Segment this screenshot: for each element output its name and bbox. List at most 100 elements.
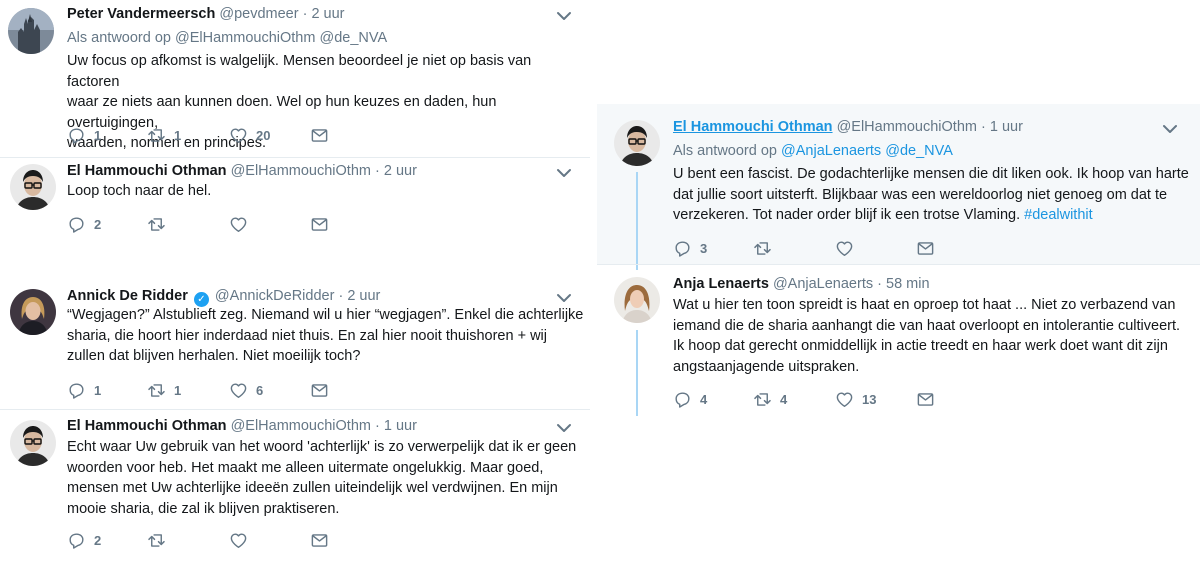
envelope-icon (310, 126, 329, 145)
timestamp[interactable]: 2 uur (384, 163, 417, 179)
like-count: 6 (256, 382, 264, 398)
tweet-othman-reply-2[interactable]: El Hammouchi Othman @ElHammouchiOthm · 1… (0, 410, 590, 565)
retweet-count: 1 (174, 127, 182, 143)
reply-count: 2 (94, 216, 102, 232)
heart-icon (229, 381, 248, 400)
retweet-button[interactable]: 1 (147, 124, 181, 146)
tweet-anja-lenaerts[interactable]: Anja Lenaerts @AnjaLenaerts · 58 min Wat… (597, 265, 1200, 415)
author-handle[interactable]: @AnjaLenaerts (773, 276, 873, 292)
tweet-othman-reply-1[interactable]: El Hammouchi Othman @ElHammouchiOthm · 2… (0, 158, 590, 248)
dm-button[interactable] (916, 388, 935, 410)
hashtag-link[interactable]: #dealwithit (1024, 207, 1093, 223)
tweet-actions: 1 1 20 (67, 124, 347, 146)
avatar[interactable] (10, 164, 56, 210)
retweet-count: 1 (174, 382, 182, 398)
like-button[interactable]: 20 (229, 124, 270, 146)
reply-context: Als antwoord op @ElHammouchiOthm @de_NVA (67, 28, 387, 48)
chevron-down-icon[interactable] (1162, 124, 1178, 134)
reply-button[interactable]: 1 (67, 379, 101, 401)
author-handle[interactable]: @ElHammouchiOthm (837, 119, 977, 135)
like-button[interactable]: 6 (229, 379, 263, 401)
tweet-peter-vandermeersch[interactable]: Peter Vandermeersch @pevdmeer · 2 uur Al… (0, 0, 590, 160)
retweet-icon (753, 239, 772, 258)
separator-dot: · (877, 276, 882, 292)
timestamp[interactable]: 1 uur (990, 119, 1023, 135)
reply-button[interactable]: 1 (67, 124, 101, 146)
reply-button[interactable]: 4 (673, 388, 707, 410)
author-name[interactable]: El Hammouchi Othman (67, 418, 227, 434)
tweet-actions: 3 (673, 237, 953, 259)
tweet-othman-fascist[interactable]: El Hammouchi Othman @ElHammouchiOthm · 1… (597, 104, 1200, 264)
author-handle[interactable]: @ElHammouchiOthm (231, 163, 371, 179)
reply-button[interactable]: 2 (67, 529, 101, 551)
avatar[interactable] (10, 420, 56, 466)
author-handle[interactable]: @AnnickDeRidder (215, 288, 335, 304)
retweet-icon (147, 215, 166, 234)
reply-mention[interactable]: @ElHammouchiOthm (175, 30, 315, 46)
tweet-header: El Hammouchi Othman @ElHammouchiOthm · 2… (67, 161, 417, 181)
reply-icon (67, 215, 86, 234)
retweet-button[interactable] (753, 237, 772, 259)
reply-button[interactable]: 2 (67, 213, 101, 235)
reply-icon (673, 390, 692, 409)
avatar[interactable] (614, 120, 660, 166)
reply-button[interactable]: 3 (673, 237, 707, 259)
tweet-annick-de-ridder[interactable]: Annick De Ridder ✓ @AnnickDeRidder · 2 u… (0, 282, 590, 412)
retweet-button[interactable]: 1 (147, 379, 181, 401)
author-name[interactable]: El Hammouchi Othman (67, 163, 227, 179)
author-name[interactable]: El Hammouchi Othman (673, 119, 833, 135)
author-name[interactable]: Peter Vandermeersch (67, 6, 215, 22)
avatar[interactable] (614, 277, 660, 323)
tweet-header: Annick De Ridder ✓ @AnnickDeRidder · 2 u… (67, 286, 380, 307)
reply-count: 1 (94, 127, 102, 143)
like-count: 20 (256, 127, 271, 143)
dm-button[interactable] (310, 379, 329, 401)
tweet-actions: 2 (67, 529, 347, 551)
like-button[interactable]: 13 (835, 388, 876, 410)
like-button[interactable] (229, 213, 248, 235)
tweet-header: Anja Lenaerts @AnjaLenaerts · 58 min (673, 274, 930, 294)
author-name[interactable]: Anja Lenaerts (673, 276, 769, 292)
dm-button[interactable] (310, 213, 329, 235)
envelope-icon (916, 390, 935, 409)
heart-icon (229, 215, 248, 234)
chevron-down-icon[interactable] (556, 168, 572, 178)
tweet-text-body: U bent een fascist. De godachterlijke me… (673, 166, 1189, 224)
dm-button[interactable] (310, 529, 329, 551)
heart-icon (835, 390, 854, 409)
reply-count: 3 (700, 240, 708, 256)
retweet-button[interactable] (147, 213, 166, 235)
dm-button[interactable] (916, 237, 935, 259)
reply-mention[interactable]: @de_NVA (885, 143, 953, 159)
chevron-down-icon[interactable] (556, 423, 572, 433)
retweet-icon (147, 126, 166, 145)
reply-label: Als antwoord op (673, 143, 777, 159)
reply-mention[interactable]: @AnjaLenaerts (781, 143, 881, 159)
like-button[interactable] (229, 529, 248, 551)
timestamp[interactable]: 58 min (886, 276, 930, 292)
tweet-text: Echt waar Uw gebruik van het woord 'acht… (67, 439, 577, 517)
reply-count: 4 (700, 391, 708, 407)
reply-count: 1 (94, 382, 102, 398)
chevron-down-icon[interactable] (556, 293, 572, 303)
timestamp[interactable]: 1 uur (384, 418, 417, 434)
dm-button[interactable] (310, 124, 329, 146)
tweet-header: El Hammouchi Othman @ElHammouchiOthm · 1… (67, 416, 417, 436)
timestamp[interactable]: 2 uur (347, 288, 380, 304)
timestamp[interactable]: 2 uur (311, 6, 344, 22)
avatar[interactable] (10, 289, 56, 335)
author-name[interactable]: Annick De Ridder (67, 288, 188, 304)
author-handle[interactable]: @pevdmeer (219, 6, 298, 22)
retweet-button[interactable]: 4 (753, 388, 787, 410)
separator-dot: · (338, 288, 344, 304)
chevron-down-icon[interactable] (556, 11, 572, 21)
retweet-button[interactable] (147, 529, 166, 551)
tweet-text: U bent een fascist. De godachterlijke me… (673, 164, 1193, 226)
avatar[interactable] (8, 8, 54, 54)
tweet-header: Peter Vandermeersch @pevdmeer · 2 uur (67, 4, 345, 24)
reply-count: 2 (94, 532, 102, 548)
reply-context: Als antwoord op @AnjaLenaerts @de_NVA (673, 141, 953, 161)
reply-mention[interactable]: @de_NVA (319, 30, 387, 46)
author-handle[interactable]: @ElHammouchiOthm (231, 418, 371, 434)
like-button[interactable] (835, 237, 854, 259)
